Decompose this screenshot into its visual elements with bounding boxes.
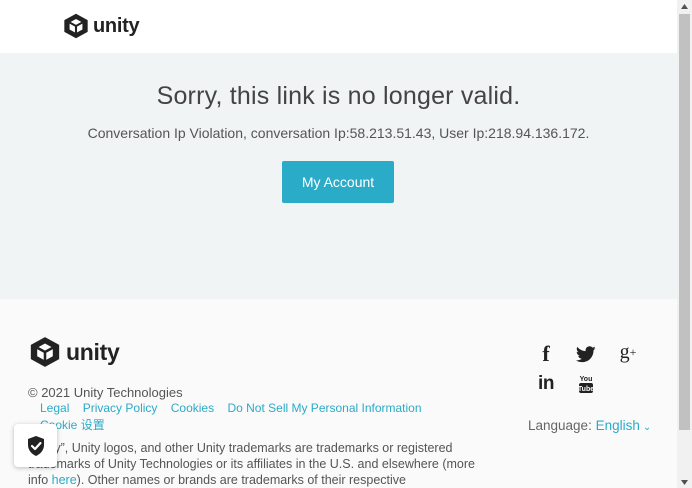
scrollbar-thumb[interactable]: [679, 14, 690, 430]
chevron-down-icon: ⌄: [642, 422, 652, 433]
cookies-link[interactable]: Cookies: [171, 401, 214, 415]
legal-link[interactable]: Legal: [40, 401, 69, 415]
scroll-down-arrow-icon[interactable]: [677, 476, 692, 488]
footer-unity-logo[interactable]: unity: [28, 335, 120, 369]
my-account-button[interactable]: My Account: [282, 161, 394, 203]
vertical-scrollbar[interactable]: [677, 0, 692, 488]
error-panel: Sorry, this link is no longer valid. Con…: [0, 53, 677, 299]
more-info-link[interactable]: here: [52, 473, 77, 487]
linkedin-icon[interactable]: in: [532, 371, 560, 397]
twitter-icon[interactable]: [572, 341, 600, 367]
svg-text:You: You: [580, 376, 593, 383]
page: unity Sorry, this link is no longer vali…: [0, 0, 677, 488]
language-selector[interactable]: Language: English ⌄: [528, 418, 651, 433]
unity-cube-icon: [30, 337, 60, 367]
error-message: Conversation Ip Violation, conversation …: [87, 125, 590, 141]
language-value[interactable]: English: [596, 418, 640, 433]
logo-text: unity: [93, 14, 140, 37]
trademark-text-2: ). Other names or brands are trademarks …: [76, 473, 406, 487]
do-not-sell-link[interactable]: Do Not Sell My Personal Information: [227, 401, 421, 415]
copyright: © 2021 Unity Technologies: [28, 385, 183, 400]
footer: unity © 2021 Unity Technologies Legal Pr…: [0, 299, 677, 488]
unity-cube-icon: [64, 13, 88, 39]
facebook-icon[interactable]: f: [532, 341, 560, 367]
header: unity: [0, 0, 677, 53]
language-label: Language:: [528, 418, 592, 433]
privacy-shield-button[interactable]: [14, 424, 57, 467]
footer-links: Legal Privacy Policy Cookies Do Not Sell…: [40, 401, 432, 415]
svg-text:Tube: Tube: [578, 386, 594, 393]
social-links: f g + in You Tube: [532, 339, 652, 399]
google-plus-icon[interactable]: g +: [614, 339, 642, 365]
footer-logo-text: unity: [66, 338, 120, 365]
privacy-policy-link[interactable]: Privacy Policy: [83, 401, 158, 415]
shield-check-icon: [27, 435, 44, 456]
youtube-icon[interactable]: You Tube: [572, 371, 600, 397]
page-title: Sorry, this link is no longer valid.: [156, 82, 521, 110]
unity-logo[interactable]: unity: [62, 12, 140, 40]
scroll-up-arrow-icon[interactable]: [677, 0, 692, 12]
trademark-notice: “Unity”, Unity logos, and other Unity tr…: [28, 440, 488, 488]
